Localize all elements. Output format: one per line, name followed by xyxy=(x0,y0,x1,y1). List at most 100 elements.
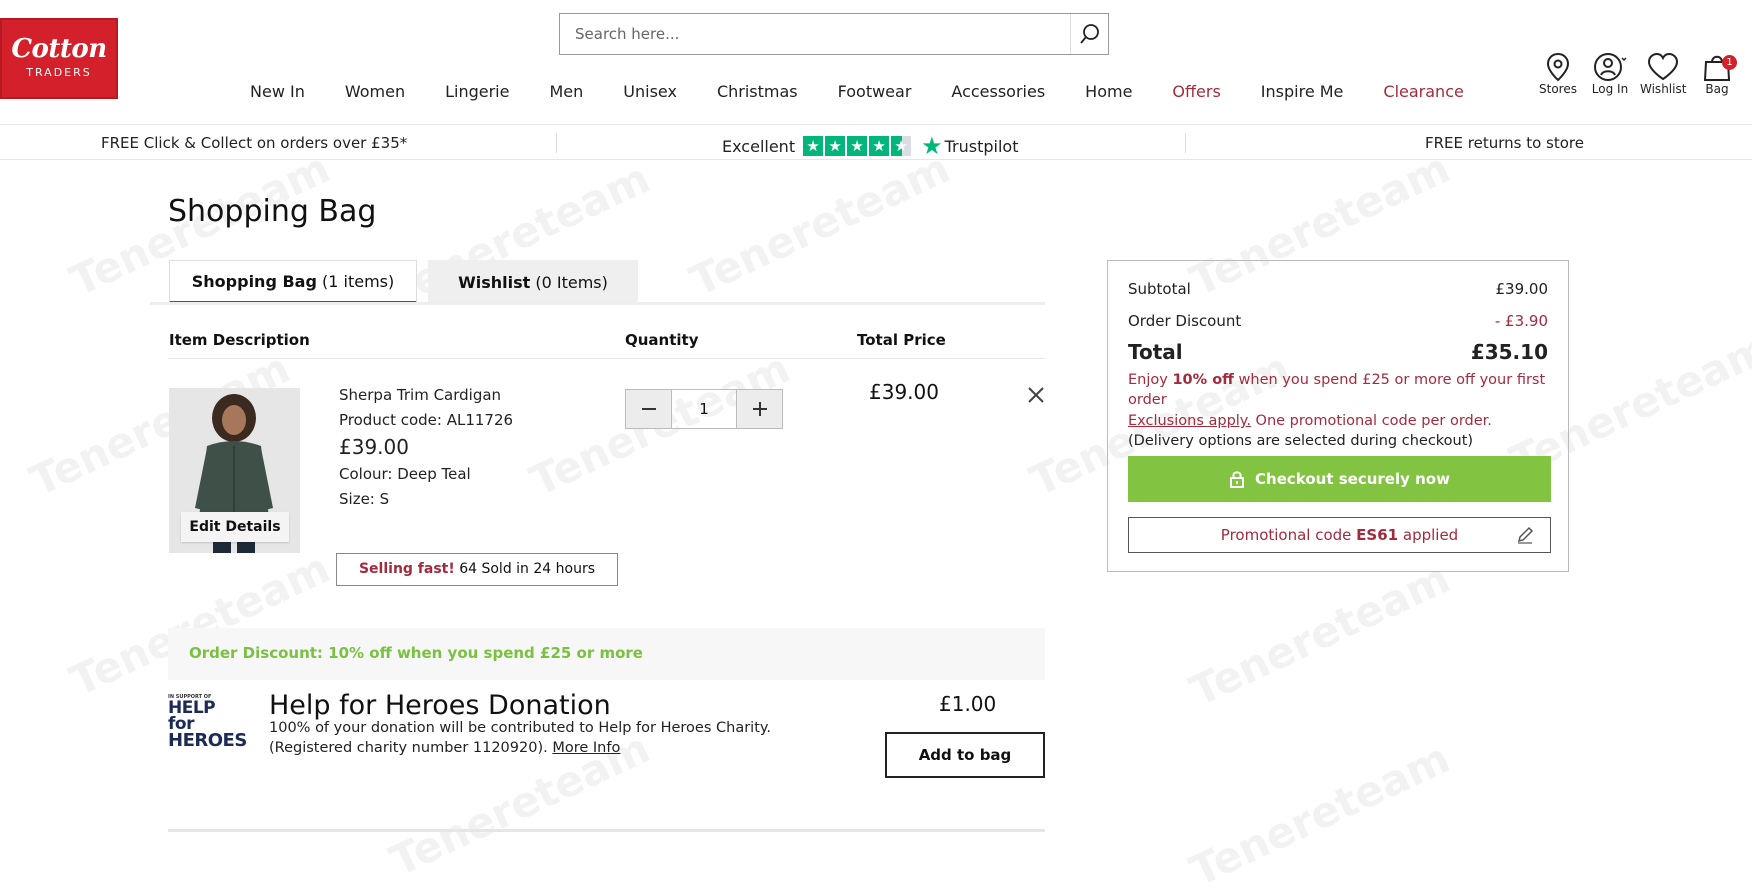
pencil-icon xyxy=(1517,526,1534,544)
divider xyxy=(556,133,557,153)
discount-value: - £3.90 xyxy=(1494,312,1548,330)
exclusions-link[interactable]: Exclusions apply. xyxy=(1128,413,1251,429)
tab-wishlist[interactable]: Wishlist (0 Items) xyxy=(428,260,638,304)
header-quantity: Quantity xyxy=(625,331,699,349)
remove-item-button[interactable] xyxy=(1027,386,1045,404)
product-price: £39.00 xyxy=(339,435,409,459)
order-summary: Subtotal £39.00 Order Discount - £3.90 T… xyxy=(1107,260,1569,572)
promo-pre: Enjoy xyxy=(1128,372,1173,388)
nav-item-accessories[interactable]: Accessories xyxy=(951,82,1045,104)
bag-label: Bag xyxy=(1705,82,1729,96)
donation-line1: 100% of your donation will be contribute… xyxy=(269,720,772,736)
exclusions-message: Exclusions apply. One promotional code p… xyxy=(1128,411,1548,431)
nav-item-home[interactable]: Home xyxy=(1085,82,1132,104)
promo-bold: 10% off xyxy=(1172,372,1234,388)
header-item-description: Item Description xyxy=(169,331,310,349)
tab-shopping-bag[interactable]: Shopping Bag (1 items) xyxy=(169,260,417,304)
heart-icon xyxy=(1647,52,1679,81)
minus-icon xyxy=(641,408,656,410)
half-star-icon: ★ xyxy=(891,136,912,156)
trustpilot-widget[interactable]: Excellent ★ ★ ★ ★ ★ ★ Trustpilot xyxy=(722,132,1018,160)
edit-details-button[interactable]: Edit Details xyxy=(181,512,289,542)
nav-item-christmas[interactable]: Christmas xyxy=(717,82,798,104)
close-icon xyxy=(1028,387,1044,403)
nav-item-offers[interactable]: Offers xyxy=(1172,82,1220,104)
search-input[interactable] xyxy=(560,14,1060,54)
main-nav: New In Women Lingerie Men Unisex Christm… xyxy=(250,82,1464,104)
nav-item-clearance[interactable]: Clearance xyxy=(1383,82,1463,104)
free-returns-text: FREE returns to store xyxy=(1425,134,1584,152)
user-icon xyxy=(1594,53,1627,81)
discount-label: Order Discount xyxy=(1128,312,1242,330)
nav-item-unisex[interactable]: Unisex xyxy=(623,82,677,104)
trustpilot-stars: ★ ★ ★ ★ ★ xyxy=(803,136,913,156)
checkout-button[interactable]: Checkout securely now xyxy=(1128,456,1551,502)
selling-fast-notice: Selling fast! 64 Sold in 24 hours xyxy=(336,553,618,586)
login-label: Log In xyxy=(1591,82,1629,96)
site-logo[interactable]: Cotton TRADERS xyxy=(0,18,118,99)
promo-code: ES61 xyxy=(1356,526,1399,544)
product-size: Size: S xyxy=(339,489,390,508)
location-pin-icon xyxy=(1546,52,1570,82)
star-icon: ★ xyxy=(847,136,868,156)
logo-line2: TRADERS xyxy=(26,66,92,79)
wishlist-label: Wishlist xyxy=(1640,82,1687,96)
logo-line1: Cotton xyxy=(11,34,107,64)
trustpilot-label: Trustpilot xyxy=(944,136,1019,156)
subtotal-value: £39.00 xyxy=(1495,280,1549,298)
order-discount-banner: Order Discount: 10% off when you spend £… xyxy=(168,628,1045,680)
nav-item-lingerie[interactable]: Lingerie xyxy=(445,82,509,104)
trustpilot-star-icon: ★ xyxy=(921,132,943,160)
nav-item-new-in[interactable]: New In xyxy=(250,82,305,104)
wishlist-link[interactable]: Wishlist xyxy=(1640,52,1686,96)
nav-item-inspire-me[interactable]: Inspire Me xyxy=(1261,82,1344,104)
quantity-value[interactable]: 1 xyxy=(671,390,737,428)
help-for-heroes-logo: IN SUPPORT OF HELP for HEROES xyxy=(168,694,247,750)
logo-line2: HEROES xyxy=(168,730,247,751)
nav-item-men[interactable]: Men xyxy=(549,82,583,104)
decrease-quantity-button[interactable] xyxy=(626,390,671,428)
bag-count-badge: 1 xyxy=(1722,55,1737,70)
search-bar xyxy=(559,13,1109,55)
divider xyxy=(168,829,1045,832)
delivery-note: (Delivery options are selected during ch… xyxy=(1128,433,1474,449)
star-icon: ★ xyxy=(869,136,890,156)
star-icon: ★ xyxy=(825,136,846,156)
stores-link[interactable]: Stores xyxy=(1538,52,1578,96)
watermark-text: Tenereteam xyxy=(1182,733,1458,896)
divider xyxy=(1185,133,1186,153)
product-name[interactable]: Sherpa Trim Cardigan xyxy=(339,383,513,408)
promo-message: Enjoy 10% off when you spend £25 or more… xyxy=(1128,370,1548,410)
click-collect-text: FREE Click & Collect on orders over £35* xyxy=(101,134,408,152)
product-code: Product code: AL11726 xyxy=(339,410,514,429)
donation-title: Help for Heroes Donation xyxy=(269,690,611,721)
promo-code-post: applied xyxy=(1398,526,1459,544)
donation-description: 100% of your donation will be contribute… xyxy=(269,718,771,758)
order-discount-text: Order Discount: 10% off when you spend £… xyxy=(189,644,643,662)
search-icon xyxy=(1079,24,1099,44)
selling-fast-label: Selling fast! xyxy=(358,561,455,577)
tab-count: (1 items) xyxy=(322,271,395,291)
increase-quantity-button[interactable] xyxy=(737,390,782,428)
tab-label: Wishlist xyxy=(458,272,531,292)
promo-code-applied[interactable]: Promotional code ES61 applied xyxy=(1128,517,1551,553)
nav-item-footwear[interactable]: Footwear xyxy=(838,82,912,104)
page-title: Shopping Bag xyxy=(168,194,377,229)
search-button[interactable] xyxy=(1070,14,1108,54)
subtotal-row: Subtotal £39.00 xyxy=(1128,280,1548,298)
product-colour: Colour: Deep Teal xyxy=(339,465,471,483)
total-label: Total xyxy=(1128,340,1183,364)
item-total-price: £39.00 xyxy=(869,380,939,404)
more-info-link[interactable]: More Info xyxy=(552,740,620,756)
login-link[interactable]: Log In xyxy=(1590,52,1630,96)
product-info: Sherpa Trim Cardigan Product code: AL117… xyxy=(339,383,513,511)
header-total-price: Total Price xyxy=(857,331,946,349)
stores-label: Stores xyxy=(1539,82,1577,96)
watermark-text: Tenereteam xyxy=(1182,553,1458,716)
total-value: £35.10 xyxy=(1470,340,1548,364)
exclusions-post: One promotional code per order. xyxy=(1250,413,1492,429)
sold-count-text: 64 Sold in 24 hours xyxy=(459,561,596,577)
add-to-bag-button[interactable]: Add to bag xyxy=(885,732,1045,778)
subtotal-label: Subtotal xyxy=(1128,280,1191,298)
nav-item-women[interactable]: Women xyxy=(345,82,405,104)
